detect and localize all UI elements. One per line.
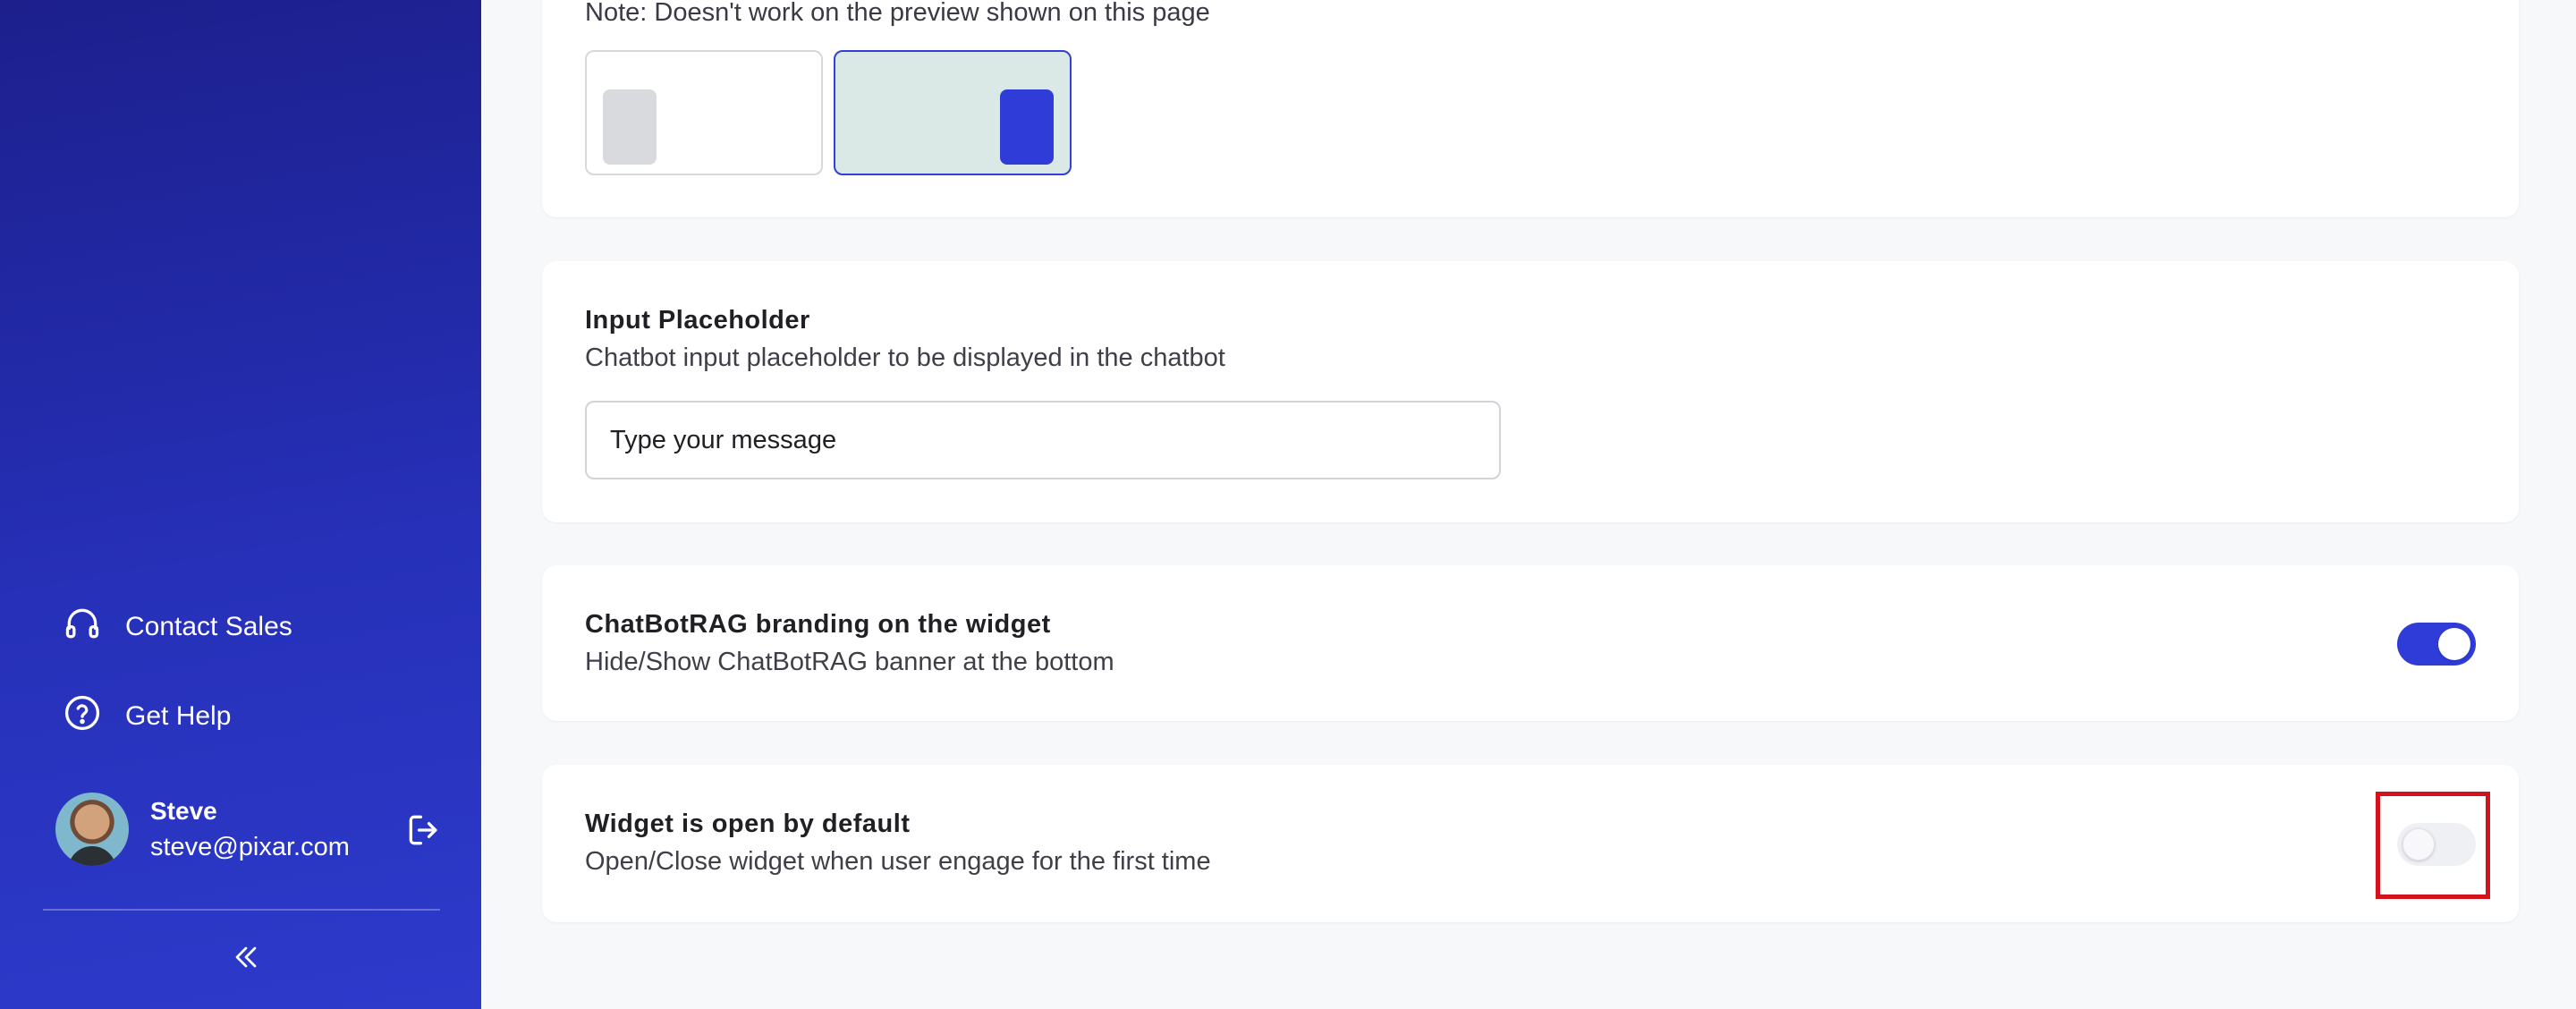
chevrons-left-icon[interactable] bbox=[228, 939, 264, 975]
sidebar-item-label: Contact Sales bbox=[125, 612, 292, 641]
widget-position-note: Note: Doesn't work on the preview shown … bbox=[585, 0, 1210, 27]
sidebar-divider bbox=[43, 909, 440, 911]
open-by-default-toggle[interactable] bbox=[2397, 823, 2476, 866]
placeholder-input[interactable] bbox=[585, 401, 1501, 479]
logout-icon[interactable] bbox=[404, 810, 444, 850]
input-placeholder-title: Input Placeholder bbox=[585, 306, 810, 335]
open-by-default-description: Open/Close widget when user engage for t… bbox=[585, 847, 1211, 876]
open-by-default-card: Widget is open by default Open/Close wid… bbox=[542, 765, 2519, 922]
input-placeholder-card: Input Placeholder Chatbot input placehol… bbox=[542, 261, 2519, 522]
input-placeholder-description: Chatbot input placeholder to be displaye… bbox=[585, 343, 1225, 372]
branding-toggle[interactable] bbox=[2397, 623, 2476, 666]
user-name: Steve bbox=[150, 797, 217, 825]
avatar bbox=[55, 793, 129, 866]
sidebar: Contact Sales Get Help Steve steve@pixar… bbox=[0, 0, 481, 1009]
headset-icon bbox=[63, 604, 102, 650]
toggle-knob bbox=[2438, 628, 2470, 660]
sidebar-item-get-help[interactable]: Get Help bbox=[63, 690, 231, 743]
position-left-option[interactable] bbox=[585, 50, 823, 175]
widget-position-card: Note: Doesn't work on the preview shown … bbox=[542, 0, 2519, 217]
help-circle-icon bbox=[63, 693, 102, 740]
branding-card: ChatBotRAG branding on the widget Hide/S… bbox=[542, 565, 2519, 721]
sidebar-item-label: Get Help bbox=[125, 701, 232, 731]
branding-description: Hide/Show ChatBotRAG banner at the botto… bbox=[585, 648, 1114, 676]
position-left-preview bbox=[603, 89, 657, 165]
branding-title: ChatBotRAG branding on the widget bbox=[585, 610, 1051, 639]
user-profile[interactable]: Steve steve@pixar.com bbox=[55, 793, 350, 866]
position-right-option[interactable] bbox=[834, 50, 1072, 175]
open-by-default-title: Widget is open by default bbox=[585, 810, 911, 838]
user-email: steve@pixar.com bbox=[150, 833, 350, 861]
toggle-knob bbox=[2402, 828, 2435, 861]
sidebar-item-contact-sales[interactable]: Contact Sales bbox=[63, 600, 292, 654]
position-right-preview bbox=[1000, 89, 1054, 165]
